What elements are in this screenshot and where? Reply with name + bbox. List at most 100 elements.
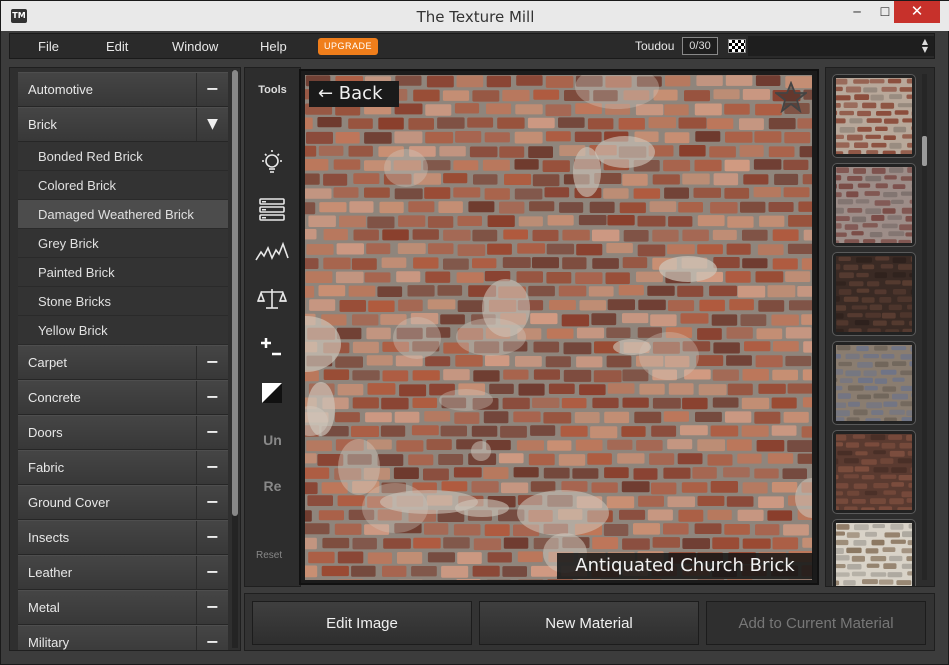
- category-label: Metal: [28, 600, 60, 615]
- user-name: Toudou: [635, 39, 675, 53]
- material-select[interactable]: ▲ ▼: [748, 36, 934, 56]
- app-window: TM The Texture Mill ─ ☐ ✕ File Edit Wind…: [0, 0, 949, 665]
- subcategory-bonded-red-brick[interactable]: Bonded Red Brick: [18, 142, 228, 171]
- category-label: Ground Cover: [28, 495, 110, 510]
- tools-panel: Tools Un Re Reset: [244, 67, 301, 587]
- subcategory-damaged-weathered-brick[interactable]: Damaged Weathered Brick: [18, 200, 228, 229]
- thumb-brown-brick[interactable]: [826, 252, 926, 336]
- collapse-icon[interactable]: −: [196, 381, 228, 414]
- menu-window[interactable]: Window: [172, 34, 218, 58]
- thumb-grey-brick[interactable]: [826, 341, 927, 425]
- layers-icon[interactable]: [254, 196, 290, 226]
- category-label: Doors: [28, 425, 63, 440]
- thumbnail-image: [826, 256, 926, 336]
- undo-button[interactable]: Un: [245, 432, 300, 448]
- collapse-icon[interactable]: −: [196, 73, 228, 106]
- category-list: Automotive − Brick ▼ Bonded Red Brick Co…: [18, 72, 228, 650]
- texture-viewer: ← Back Antiquated Church Brick: [299, 69, 819, 585]
- category-label: Insects: [28, 530, 70, 545]
- category-label: Automotive: [28, 82, 94, 97]
- category-label: Leather: [28, 565, 73, 580]
- category-label: Military: [28, 635, 70, 650]
- thumbnail-image: [826, 345, 927, 423]
- reset-button[interactable]: Reset: [256, 550, 282, 561]
- scrollbar-thumb[interactable]: [232, 70, 238, 516]
- thumbnail-scrollbar[interactable]: [922, 74, 927, 580]
- material-count: 0/30: [682, 37, 718, 55]
- tools-title: Tools: [258, 84, 287, 96]
- subcategory-yellow-brick[interactable]: Yellow Brick: [18, 316, 228, 345]
- texture-preview: [305, 75, 812, 580]
- edit-image-button[interactable]: Edit Image: [252, 601, 472, 645]
- texture-caption: Antiquated Church Brick: [557, 553, 813, 579]
- add-to-current-material-button[interactable]: Add to Current Material: [706, 601, 926, 645]
- menu-bar: File Edit Window Help UPGRADE Toudou 0/3…: [9, 33, 935, 59]
- thumbnail-image: [826, 167, 925, 246]
- select-arrows-icon: ▲ ▼: [921, 37, 928, 54]
- collapse-icon[interactable]: −: [196, 591, 228, 624]
- category-military[interactable]: Military −: [18, 625, 228, 650]
- category-label: Brick: [28, 117, 57, 132]
- thumbnail-image: [826, 434, 926, 513]
- redo-button[interactable]: Re: [245, 478, 300, 494]
- category-scrollbar[interactable]: [232, 70, 238, 648]
- balance-scale-icon[interactable]: [254, 286, 290, 316]
- subcategory-label: Painted Brick: [38, 265, 115, 280]
- thumb-red-brick[interactable]: [826, 74, 928, 158]
- title-bar[interactable]: TM The Texture Mill ─ ☐ ✕: [1, 1, 949, 31]
- close-button[interactable]: ✕: [894, 1, 940, 23]
- contrast-icon[interactable]: [254, 380, 290, 410]
- thumbnail-image: [826, 78, 928, 157]
- thumbnail-panel: [825, 67, 935, 587]
- plus-minus-icon[interactable]: [254, 334, 290, 364]
- category-carpet[interactable]: Carpet −: [18, 345, 228, 380]
- thumbnail-image: [826, 523, 924, 586]
- scrollbar-thumb[interactable]: [922, 136, 927, 166]
- menu-file[interactable]: File: [38, 34, 59, 58]
- category-automotive[interactable]: Automotive −: [18, 72, 228, 107]
- thumb-stone-brick[interactable]: [826, 519, 924, 586]
- menu-edit[interactable]: Edit: [106, 34, 128, 58]
- brick-texture-image: [305, 75, 812, 580]
- collapse-icon[interactable]: −: [196, 486, 228, 519]
- collapse-icon[interactable]: −: [196, 346, 228, 379]
- waveform-icon[interactable]: [254, 240, 290, 270]
- subcategory-label: Yellow Brick: [38, 323, 108, 338]
- category-label: Fabric: [28, 460, 65, 475]
- thumb-dark-red-brick[interactable]: [826, 163, 925, 247]
- subcategory-label: Damaged Weathered Brick: [38, 207, 194, 222]
- category-insects[interactable]: Insects −: [18, 520, 228, 555]
- subcategory-colored-brick[interactable]: Colored Brick: [18, 171, 228, 200]
- minimize-button[interactable]: ─: [843, 1, 871, 23]
- menu-help[interactable]: Help: [260, 34, 287, 58]
- expand-icon[interactable]: ▼: [196, 108, 228, 141]
- collapse-icon[interactable]: −: [196, 556, 228, 589]
- subcategory-stone-bricks[interactable]: Stone Bricks: [18, 287, 228, 316]
- category-label: Concrete: [28, 390, 81, 405]
- back-button[interactable]: ← Back: [309, 81, 399, 107]
- star-icon[interactable]: [773, 80, 809, 114]
- category-metal[interactable]: Metal −: [18, 590, 228, 625]
- subcategory-label: Bonded Red Brick: [38, 149, 143, 164]
- subcategory-painted-brick[interactable]: Painted Brick: [18, 258, 228, 287]
- subcategory-grey-brick[interactable]: Grey Brick: [18, 229, 228, 258]
- action-bar: Edit Image New Material Add to Current M…: [244, 593, 935, 651]
- collapse-icon[interactable]: −: [196, 416, 228, 449]
- collapse-icon[interactable]: −: [196, 451, 228, 484]
- category-doors[interactable]: Doors −: [18, 415, 228, 450]
- checker-icon: [728, 39, 746, 53]
- lightbulb-icon[interactable]: [254, 148, 290, 178]
- category-brick[interactable]: Brick ▼: [18, 107, 228, 142]
- subcategory-label: Colored Brick: [38, 178, 117, 193]
- category-ground-cover[interactable]: Ground Cover −: [18, 485, 228, 520]
- category-leather[interactable]: Leather −: [18, 555, 228, 590]
- upgrade-button[interactable]: UPGRADE: [318, 38, 378, 55]
- category-concrete[interactable]: Concrete −: [18, 380, 228, 415]
- thumb-painted-brick[interactable]: [826, 430, 926, 514]
- collapse-icon[interactable]: −: [196, 521, 228, 554]
- new-material-button[interactable]: New Material: [479, 601, 699, 645]
- window-title: The Texture Mill: [416, 8, 535, 26]
- collapse-icon[interactable]: −: [196, 626, 228, 650]
- category-fabric[interactable]: Fabric −: [18, 450, 228, 485]
- subcategory-label: Stone Bricks: [38, 294, 111, 309]
